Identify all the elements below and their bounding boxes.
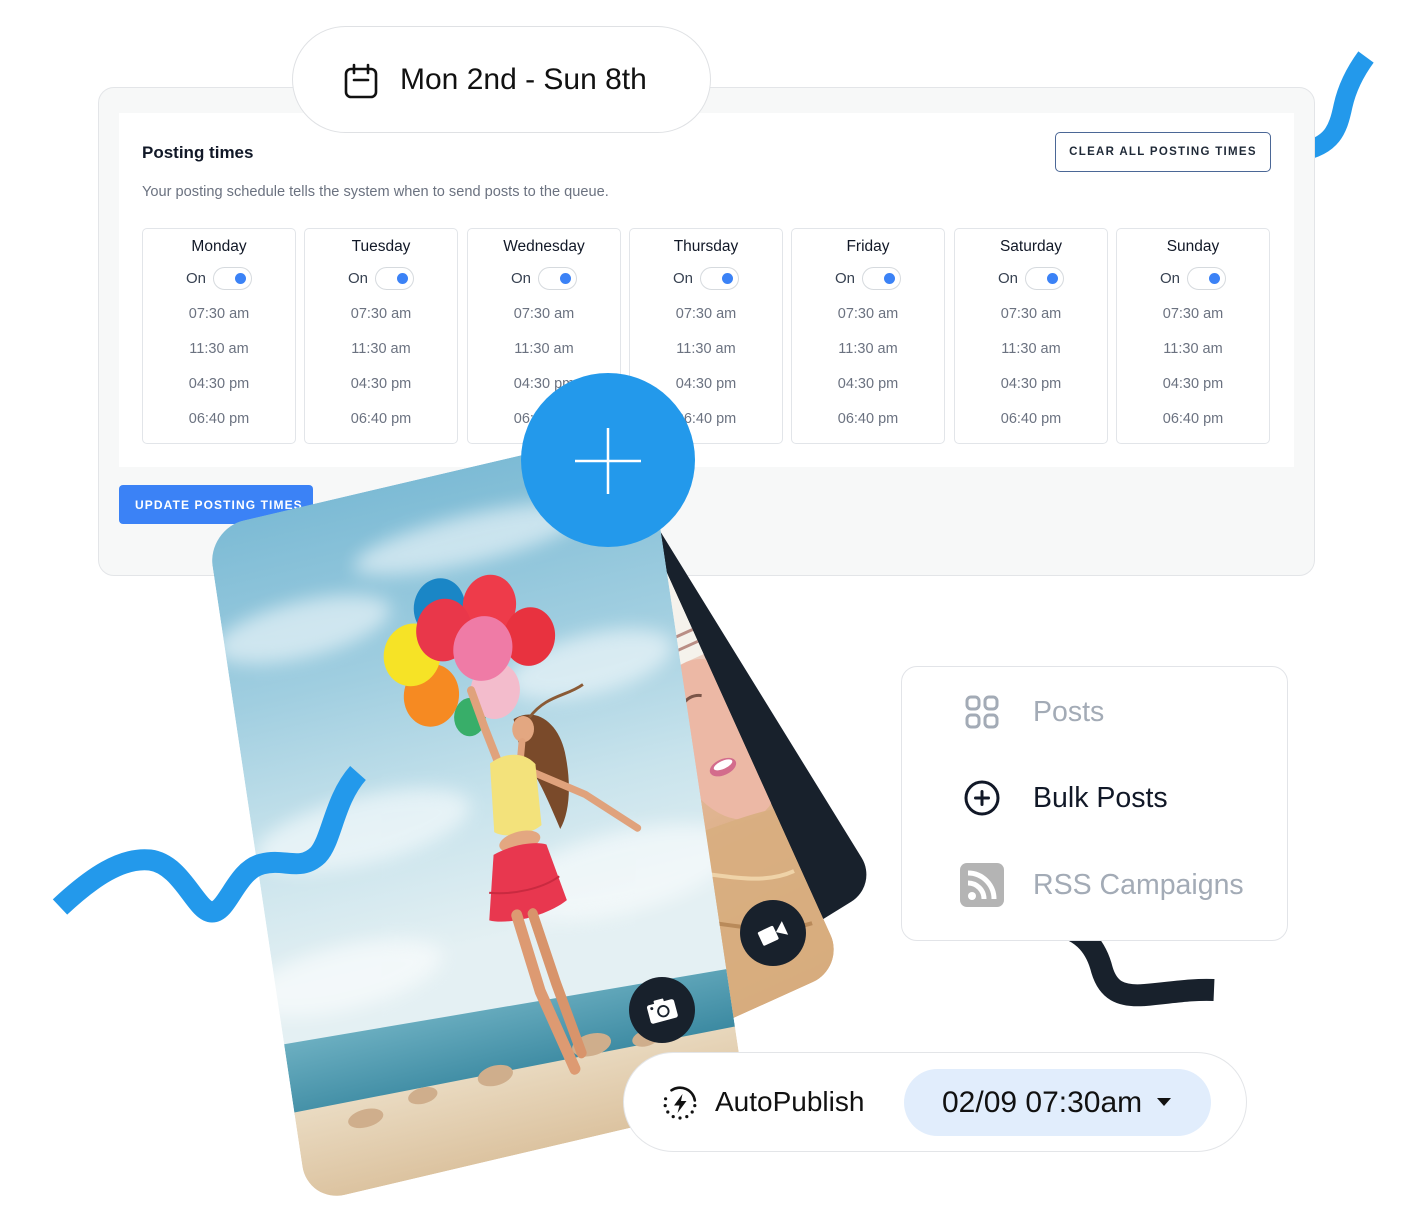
day-status-label: On [347,270,368,287]
posting-times-panel: Posting times Your posting schedule tell… [98,87,1315,576]
grid-icon [960,690,1004,734]
day-card-friday: Friday On 07:30 am 11:30 am 04:30 pm 06:… [791,228,945,444]
day-toggle[interactable] [862,267,901,290]
autopublish-bar: AutoPublish 02/09 07:30am [623,1052,1247,1152]
posting-time[interactable]: 04:30 pm [143,374,295,394]
posting-time[interactable]: 07:30 am [143,304,295,324]
promo-canvas: Posting times Your posting schedule tell… [0,0,1425,1222]
rss-icon [960,863,1004,907]
publish-datetime-value: 02/09 07:30am [942,1086,1143,1119]
date-range-picker[interactable]: Mon 2nd - Sun 8th [292,26,711,133]
day-status-label: On [834,270,855,287]
posting-time[interactable]: 06:40 pm [955,409,1107,429]
day-toggle[interactable] [700,267,739,290]
toggle-knob [722,273,733,284]
toggle-knob [884,273,895,284]
day-name: Monday [191,238,247,255]
menu-item-posts[interactable]: Posts [902,682,1287,742]
section-description: Your posting schedule tells the system w… [142,184,609,200]
day-name: Wednesday [503,238,585,255]
day-toggle[interactable] [1025,267,1064,290]
posting-time[interactable]: 11:30 am [305,339,457,359]
posting-time[interactable]: 11:30 am [630,339,782,359]
posting-time[interactable]: 07:30 am [305,304,457,324]
menu-item-rss-campaigns[interactable]: RSS Campaigns [902,855,1287,915]
clear-all-posting-times-button[interactable]: CLEAR ALL POSTING TIMES [1055,132,1271,172]
toggle-knob [235,273,246,284]
day-status-label: On [185,270,206,287]
day-toggle-row: On [1117,267,1269,290]
day-card-sunday: Sunday On 07:30 am 11:30 am 04:30 pm 06:… [1116,228,1270,444]
day-status-label: On [672,270,693,287]
posting-time[interactable]: 04:30 pm [955,374,1107,394]
posting-time[interactable]: 06:40 pm [1117,409,1269,429]
day-toggle[interactable] [538,267,577,290]
day-name: Friday [846,238,890,255]
posting-time[interactable]: 07:30 am [468,304,620,324]
posting-time[interactable]: 07:30 am [792,304,944,324]
caret-down-icon [1157,1098,1171,1106]
menu-item-bulk-posts[interactable]: Bulk Posts [902,768,1287,828]
posting-time[interactable]: 11:30 am [1117,339,1269,359]
video-badge[interactable] [740,900,806,966]
camera-icon [646,998,678,1024]
day-toggle-row: On [468,267,620,290]
posting-time[interactable]: 04:30 pm [792,374,944,394]
toggle-knob [560,273,571,284]
photo-badge[interactable] [629,977,695,1043]
posting-time[interactable]: 11:30 am [955,339,1107,359]
menu-item-label: Posts [1033,696,1105,728]
section-title: Posting times [142,143,254,162]
day-name: Tuesday [351,238,411,255]
posting-time[interactable]: 11:30 am [468,339,620,359]
posting-time[interactable]: 04:30 pm [1117,374,1269,394]
day-name: Saturday [999,238,1063,255]
plus-icon [575,428,641,494]
day-toggle-row: On [305,267,457,290]
posting-time[interactable]: 06:40 pm [305,409,457,429]
posting-time[interactable]: 06:40 pm [792,409,944,429]
day-card-saturday: Saturday On 07:30 am 11:30 am 04:30 pm 0… [954,228,1108,444]
posting-time[interactable]: 04:30 pm [305,374,457,394]
day-name: Sunday [1166,238,1220,255]
toggle-knob [397,273,408,284]
posting-times-card: Posting times Your posting schedule tell… [119,113,1294,467]
video-camera-icon [757,921,789,946]
day-card-tuesday: Tuesday On 07:30 am 11:30 am 04:30 pm 06… [304,228,458,444]
posting-time[interactable]: 07:30 am [955,304,1107,324]
day-status-label: On [997,270,1018,287]
day-toggle-row: On [792,267,944,290]
autopublish-label: AutoPublish [715,1086,865,1117]
lightning-icon [663,1086,697,1120]
day-toggle[interactable] [1187,267,1226,290]
posting-time[interactable]: 11:30 am [143,339,295,359]
plus-circle-icon [960,776,1004,820]
posting-time[interactable]: 07:30 am [630,304,782,324]
publish-datetime-dropdown[interactable]: 02/09 07:30am [904,1069,1211,1136]
day-toggle[interactable] [375,267,414,290]
menu-item-label: RSS Campaigns [1033,869,1244,901]
calendar-icon [344,63,378,99]
day-toggle-row: On [143,267,295,290]
posting-time[interactable]: 11:30 am [792,339,944,359]
date-range-label: Mon 2nd - Sun 8th [400,63,647,96]
post-type-menu: Posts Bulk Posts RSS Campaigns [901,666,1288,941]
day-toggle[interactable] [213,267,252,290]
day-status-label: On [510,270,531,287]
day-card-monday: Monday On 07:30 am 11:30 am 04:30 pm 06:… [142,228,296,444]
posting-time[interactable]: 06:40 pm [143,409,295,429]
add-media-button[interactable] [521,373,695,547]
menu-item-label: Bulk Posts [1033,782,1168,814]
day-status-label: On [1159,270,1180,287]
day-toggle-row: On [955,267,1107,290]
day-name: Thursday [673,238,739,255]
day-toggle-row: On [630,267,782,290]
toggle-knob [1047,273,1058,284]
toggle-knob [1209,273,1220,284]
posting-time[interactable]: 07:30 am [1117,304,1269,324]
